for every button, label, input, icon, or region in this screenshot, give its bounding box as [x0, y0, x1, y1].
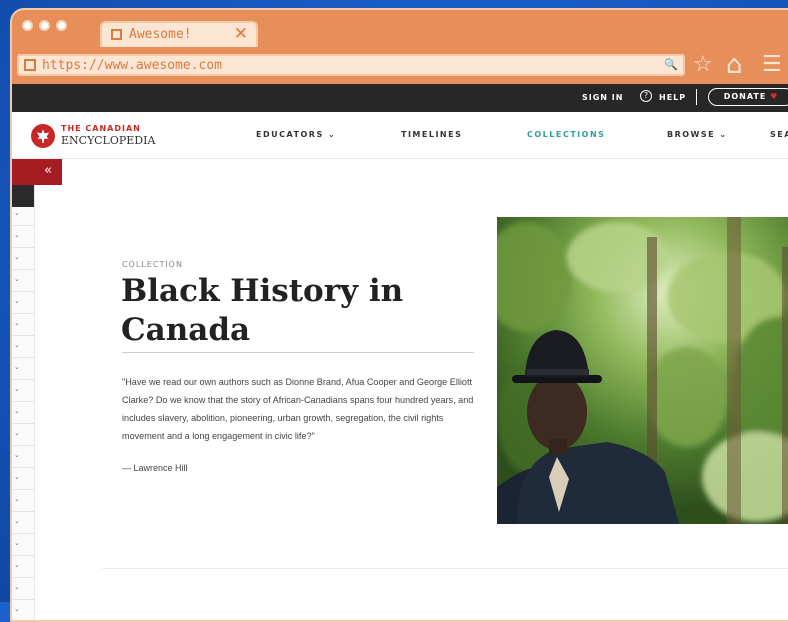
sidebar-divider — [12, 599, 34, 600]
chevron-down-icon[interactable]: ⌄ — [14, 275, 20, 283]
address-bar[interactable]: https://www.awesome.com 🔍 — [17, 54, 685, 76]
chevron-down-icon[interactable]: ⌄ — [14, 407, 20, 415]
sign-in-link[interactable]: SIGN IN — [582, 93, 623, 102]
chevron-down-icon[interactable]: ⌄ — [14, 583, 20, 591]
chevron-down-icon[interactable]: ⌄ — [14, 495, 20, 503]
chevron-down-icon[interactable]: ⌄ — [14, 319, 20, 327]
sidebar-divider — [12, 247, 34, 248]
sidebar-divider — [12, 225, 34, 226]
sidebar-divider — [12, 511, 34, 512]
chevron-down-icon[interactable]: ⌄ — [14, 253, 20, 261]
sidebar-divider — [12, 533, 34, 534]
chevron-down-icon[interactable]: ⌄ — [14, 297, 20, 305]
sidebar-divider — [12, 401, 34, 402]
divider — [696, 89, 697, 105]
sidebar-header — [12, 159, 34, 185]
utility-bar: SIGN IN ? HELP DONATE ♥ — [12, 84, 788, 112]
sidebar-dark-block — [12, 185, 34, 207]
chevron-down-icon[interactable]: ⌄ — [14, 363, 20, 371]
intro-quote: "Have we read our own authors such as Di… — [122, 377, 474, 441]
chevron-down-icon[interactable]: ⌄ — [14, 231, 20, 239]
web-page: SIGN IN ? HELP DONATE ♥ THE CANADIAN ENC… — [12, 84, 788, 620]
window-maximize-dot[interactable] — [56, 20, 67, 31]
browser-window: Awesome! ✕ https://www.awesome.com 🔍 ☆ ⌂… — [10, 8, 788, 622]
window-minimize-dot[interactable] — [39, 20, 50, 31]
forest-portrait-image — [497, 217, 788, 524]
chevron-down-icon[interactable]: ⌄ — [14, 517, 20, 525]
maple-leaf-logo-icon[interactable] — [31, 124, 55, 148]
sidebar-divider — [12, 291, 34, 292]
chevron-down-icon[interactable]: ⌄ — [14, 539, 20, 547]
page-title: Black History in Canada — [121, 273, 404, 348]
chevron-down-icon[interactable]: ⌄ — [14, 561, 20, 569]
nav-collections[interactable]: COLLECTIONS — [527, 130, 605, 139]
logo-line-2[interactable]: ENCYCLOPEDIA — [61, 134, 155, 147]
menu-icon[interactable]: ☰ — [762, 54, 782, 76]
content-divider — [102, 568, 788, 569]
sidebar-divider — [12, 489, 34, 490]
sidebar-divider — [12, 269, 34, 270]
nav-timelines[interactable]: TIMELINES — [401, 130, 462, 139]
help-link[interactable]: HELP — [659, 93, 686, 102]
sidebar-divider — [12, 357, 34, 358]
tab-title: Awesome! — [129, 27, 192, 42]
quote-author: — Lawrence Hill — [122, 463, 188, 473]
page-icon — [24, 59, 36, 71]
sidebar-divider — [12, 335, 34, 336]
sidebar-divider — [12, 423, 34, 424]
donate-button[interactable]: DONATE ♥ — [708, 88, 788, 106]
donate-label: DONATE — [723, 92, 767, 101]
chevron-down-icon[interactable]: ⌄ — [14, 209, 20, 217]
sidebar: ⌄ ⌄ ⌄ ⌄ ⌄ ⌄ ⌄ ⌄ ⌄ ⌄ ⌄ ⌄ ⌄ ⌄ ⌄ ⌄ ⌄ ⌄ ⌄ — [12, 159, 35, 620]
chevron-down-icon[interactable]: ⌄ — [14, 605, 20, 613]
nav-search[interactable]: SEAR — [770, 130, 788, 139]
sidebar-divider — [12, 555, 34, 556]
sidebar-divider — [12, 445, 34, 446]
chevron-down-icon[interactable]: ⌄ — [14, 341, 20, 349]
browser-tab[interactable]: Awesome! ✕ — [100, 21, 258, 47]
nav-browse[interactable]: BROWSE ⌄ — [667, 130, 728, 139]
logo-line-1[interactable]: THE CANADIAN — [61, 124, 141, 133]
title-divider — [122, 352, 474, 353]
window-close-dot[interactable] — [22, 20, 33, 31]
sidebar-divider — [12, 467, 34, 468]
sidebar-divider — [12, 577, 34, 578]
chevron-down-icon[interactable]: ⌄ — [14, 429, 20, 437]
home-icon[interactable]: ⌂ — [726, 52, 743, 78]
chevron-down-icon[interactable]: ⌄ — [14, 385, 20, 393]
chevron-down-icon[interactable]: ⌄ — [14, 451, 20, 459]
site-header: THE CANADIAN ENCYCLOPEDIA EDUCATORS ⌄ TI… — [12, 112, 788, 159]
close-tab-icon[interactable]: ✕ — [234, 24, 248, 44]
sidebar-divider — [12, 379, 34, 380]
heart-icon: ♥ — [770, 92, 779, 101]
help-icon[interactable]: ? — [640, 90, 652, 102]
search-icon[interactable]: 🔍 — [664, 58, 678, 71]
sidebar-divider — [12, 313, 34, 314]
collapse-sidebar-button[interactable]: « — [34, 159, 62, 185]
tab-page-icon — [111, 29, 122, 40]
collection-eyebrow: COLLECTION — [122, 260, 183, 269]
hero-photo — [497, 217, 788, 524]
chevron-down-icon[interactable]: ⌄ — [14, 473, 20, 481]
url-text[interactable]: https://www.awesome.com — [42, 58, 222, 73]
star-icon[interactable]: ☆ — [693, 54, 713, 76]
nav-educators[interactable]: EDUCATORS ⌄ — [256, 130, 336, 139]
